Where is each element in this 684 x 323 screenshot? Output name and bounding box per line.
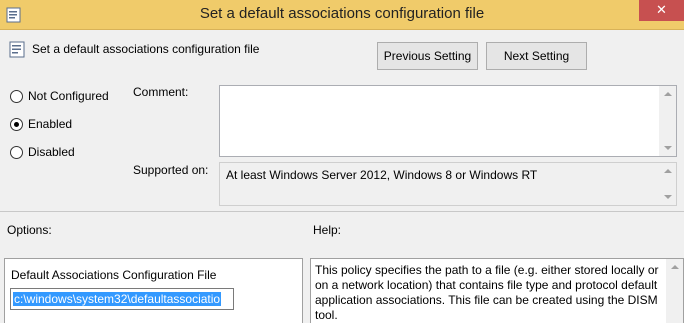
radio-label: Enabled xyxy=(28,117,73,131)
help-panel: This policy specifies the path to a file… xyxy=(310,258,684,323)
help-scrollbar[interactable] xyxy=(666,259,683,323)
policy-settings-icon xyxy=(9,41,25,58)
options-panel: Default Associations Configuration File … xyxy=(4,258,303,323)
config-file-input[interactable]: c:\windows\system32\defaultassociatio xyxy=(10,288,234,310)
supported-on-box: At least Windows Server 2012, Windows 8 … xyxy=(219,162,677,206)
radio-circle[interactable] xyxy=(10,146,23,159)
scroll-down-icon[interactable] xyxy=(664,195,672,199)
supported-on-value: At least Windows Server 2012, Windows 8 … xyxy=(226,168,538,182)
close-icon: ✕ xyxy=(656,2,667,17)
title-bar: Set a default associations configuration… xyxy=(0,0,684,30)
help-text: This policy specifies the path to a file… xyxy=(315,263,659,322)
radio-disabled[interactable]: Disabled xyxy=(10,145,90,163)
section-divider xyxy=(0,211,684,212)
scroll-up-icon[interactable] xyxy=(671,265,679,269)
window-title: Set a default associations configuration… xyxy=(199,5,485,22)
previous-setting-button[interactable]: Previous Setting xyxy=(377,42,478,70)
radio-label: Not Configured xyxy=(28,89,109,103)
radio-not-configured[interactable]: Not Configured xyxy=(10,89,120,107)
comment-textarea[interactable] xyxy=(219,85,677,157)
comment-scrollbar[interactable] xyxy=(659,86,676,156)
next-setting-button[interactable]: Next Setting xyxy=(486,42,587,70)
options-label: Options: xyxy=(7,223,52,237)
radio-label: Disabled xyxy=(28,145,75,159)
supported-on-label: Supported on: xyxy=(133,163,209,177)
scroll-up-icon[interactable] xyxy=(664,92,672,96)
scroll-down-icon[interactable] xyxy=(664,146,672,150)
close-button[interactable]: ✕ xyxy=(639,0,684,21)
comment-label: Comment: xyxy=(133,85,189,99)
help-label: Help: xyxy=(313,223,342,237)
supported-scrollbar[interactable] xyxy=(659,163,676,205)
config-file-value: c:\windows\system32\defaultassociatio xyxy=(13,292,222,306)
radio-circle[interactable] xyxy=(10,90,23,103)
scroll-up-icon[interactable] xyxy=(664,169,672,173)
config-file-label: Default Associations Configuration File xyxy=(11,268,217,282)
policy-name: Set a default associations configuration… xyxy=(32,42,260,56)
radio-circle[interactable] xyxy=(10,118,23,131)
radio-enabled[interactable]: Enabled xyxy=(10,117,90,135)
radio-selected-dot xyxy=(14,122,19,127)
